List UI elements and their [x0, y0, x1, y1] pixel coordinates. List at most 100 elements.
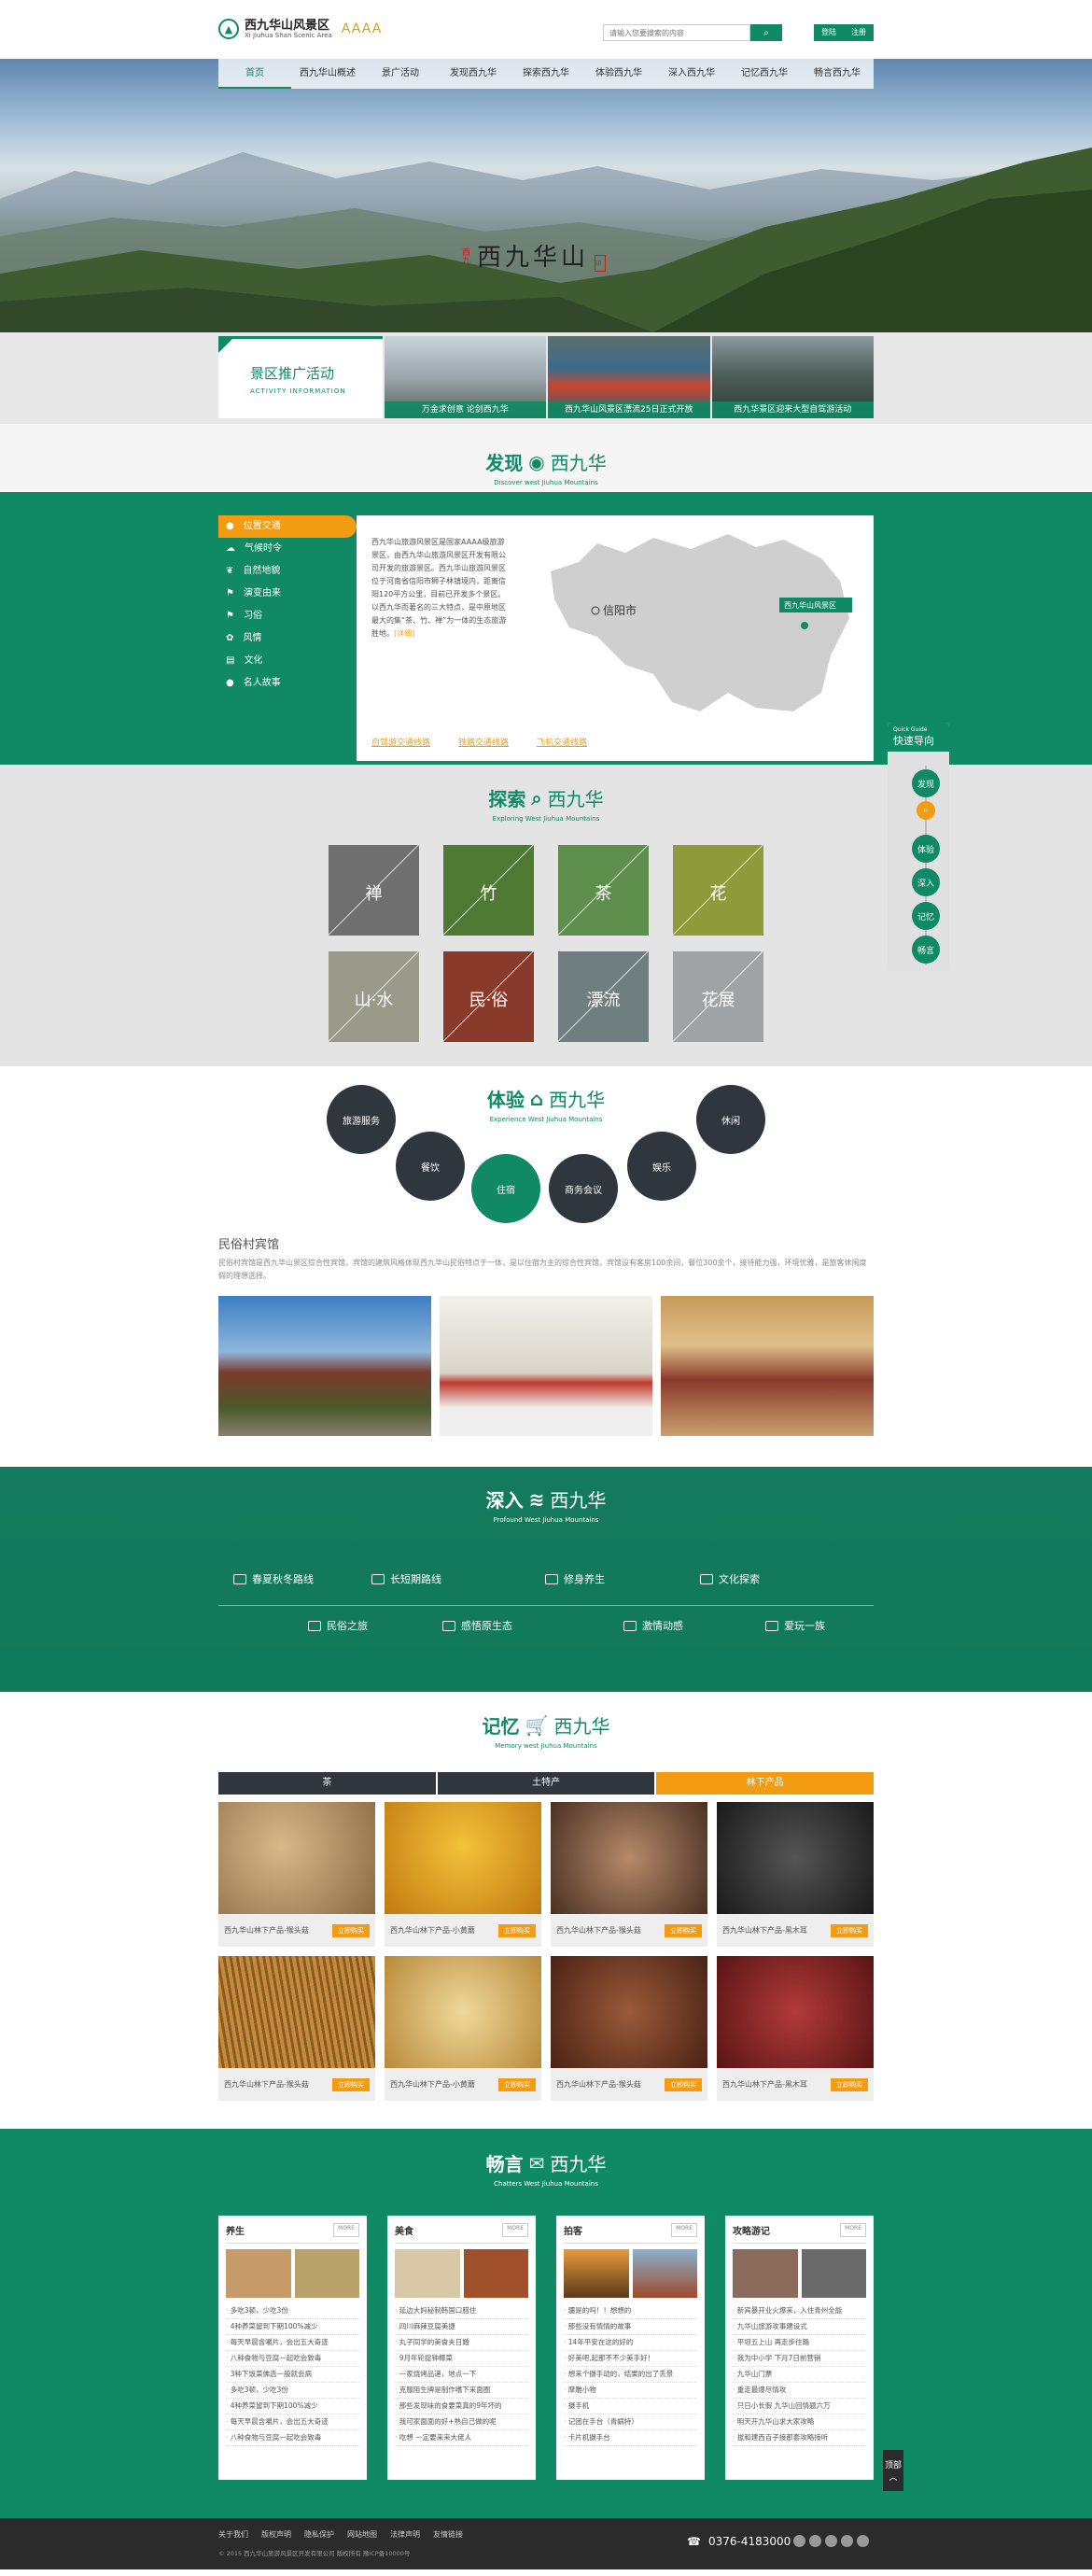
- bubble-dining[interactable]: 餐饮: [396, 1132, 465, 1201]
- thumb-image[interactable]: [294, 2249, 359, 2298]
- route-item[interactable]: 激情动感: [623, 1618, 683, 1633]
- explore-tile[interactable]: 禅: [329, 845, 419, 936]
- guide-node-experience[interactable]: 体验: [912, 835, 940, 863]
- activity-item[interactable]: 西九华景区迎来大型自驾游活动: [711, 336, 874, 418]
- buy-button[interactable]: 立即购买: [831, 1923, 868, 1937]
- product-card[interactable]: 西九华山林下产品-小黄蘑 立即购买: [385, 1802, 541, 1947]
- bubble-lodging[interactable]: 住宿: [471, 1154, 540, 1223]
- menu-item-location[interactable]: ● 位置交通: [218, 515, 357, 538]
- article-link[interactable]: 14年平安在这的好的: [564, 2335, 697, 2351]
- article-link[interactable]: 摄手机: [564, 2399, 697, 2414]
- article-link[interactable]: 那些没有情情的故事: [564, 2319, 697, 2335]
- product-card[interactable]: 西九华山林下产品-黑木耳 立即购买: [717, 1802, 874, 1947]
- explore-tile[interactable]: 民·俗: [443, 951, 534, 1042]
- article-link[interactable]: 我为中小学 下月7日前营销: [733, 2351, 866, 2367]
- wechat-icon[interactable]: [825, 2535, 837, 2547]
- article-link[interactable]: 延边大妈秘制韩国口腊住: [395, 2303, 528, 2319]
- nav-discover[interactable]: 发现西九华: [437, 59, 510, 89]
- product-card[interactable]: 西九华山林下产品-猴头菇 立即购买: [218, 1956, 375, 2101]
- more-button[interactable]: MORE: [502, 2223, 528, 2237]
- explore-tile[interactable]: 山·水: [329, 951, 419, 1042]
- detail-link[interactable]: [详细]: [394, 629, 414, 638]
- login-button[interactable]: 登陆: [814, 24, 844, 41]
- article-link[interactable]: 疆是的吗！！想想的: [564, 2303, 697, 2319]
- menu-item-culture[interactable]: ▤ 文化: [218, 650, 357, 672]
- weibo-icon[interactable]: [793, 2535, 805, 2547]
- article-link[interactable]: 九华山门票: [733, 2367, 866, 2383]
- product-card[interactable]: 西九华山林下产品-黑木耳 立即购买: [717, 1956, 874, 2101]
- article-link[interactable]: 每天早晨含嚼片，会出五大奇迹: [226, 2335, 359, 2351]
- thumb-image[interactable]: [395, 2249, 460, 2298]
- rss-icon[interactable]: [857, 2535, 869, 2547]
- bubble-entertainment[interactable]: 娱乐: [627, 1132, 696, 1201]
- product-card[interactable]: 西九华山林下产品-猴头菇 立即购买: [551, 1802, 707, 1947]
- article-link[interactable]: 记团在手台（青蜗特）: [564, 2414, 697, 2430]
- menu-item-celebrity[interactable]: ● 名人故事: [218, 672, 357, 695]
- article-link[interactable]: 多吃3顿，少吃3份: [226, 2383, 359, 2399]
- article-link[interactable]: 卡片机摄手台: [564, 2430, 697, 2446]
- route-item[interactable]: 爱玩一族: [765, 1618, 825, 1633]
- article-link[interactable]: 八种食物与豆腐一起吃会致毒: [226, 2430, 359, 2446]
- product-card[interactable]: 西九华山林下产品-猴头菇 立即购买: [551, 1956, 707, 2101]
- footer-link-legal[interactable]: 法律声明: [390, 2529, 420, 2540]
- buy-button[interactable]: 立即购买: [665, 2077, 702, 2091]
- buy-button[interactable]: 立即购买: [498, 1923, 536, 1937]
- thumb-image[interactable]: [632, 2249, 697, 2298]
- buy-button[interactable]: 立即购买: [332, 2077, 370, 2091]
- nav-deep[interactable]: 深入西九华: [655, 59, 728, 89]
- explore-tile[interactable]: 漂流: [558, 951, 649, 1042]
- thumb-image[interactable]: [564, 2249, 629, 2298]
- activity-item[interactable]: 万金求创意 论剑西九华: [384, 336, 547, 418]
- bubble-leisure[interactable]: 休闲: [696, 1085, 765, 1154]
- article-link[interactable]: 一家烧烤品递，地点一下: [395, 2367, 528, 2383]
- footer-link-privacy[interactable]: 隐私保护: [304, 2529, 334, 2540]
- search-button[interactable]: ⌕: [750, 24, 782, 41]
- more-button[interactable]: MORE: [671, 2223, 697, 2237]
- hotel-photo[interactable]: [218, 1296, 431, 1436]
- nav-chat[interactable]: 畅言西九华: [801, 59, 874, 89]
- article-link[interactable]: 吃想 一定要来来大佬人: [395, 2430, 528, 2446]
- explore-tile[interactable]: 竹: [443, 845, 534, 936]
- tab-specialty[interactable]: 土特产: [437, 1772, 655, 1795]
- guide-node-deep[interactable]: 深入: [912, 868, 940, 896]
- article-link[interactable]: 只日小长假 九华山回情题六万: [733, 2399, 866, 2414]
- menu-item-climate[interactable]: ☁ 气候时令: [218, 538, 357, 560]
- route-item[interactable]: 长短期路线: [371, 1571, 441, 1586]
- article-link[interactable]: 4种养菜留到下期100%减少: [226, 2399, 359, 2414]
- nav-activity[interactable]: 景广活动: [364, 59, 437, 89]
- explore-tile[interactable]: 花: [673, 845, 763, 936]
- register-button[interactable]: 注册: [844, 24, 874, 41]
- article-link[interactable]: 新宾暴开业火爆来，入住青州全能: [733, 2303, 866, 2319]
- search-input[interactable]: [603, 24, 750, 41]
- footer-link-friends[interactable]: 友情链接: [433, 2529, 463, 2540]
- menu-item-history[interactable]: ⚑ 演变由来: [218, 583, 357, 605]
- guide-node-explore[interactable]: ⌕: [917, 801, 935, 820]
- product-card[interactable]: 西九华山林下产品-猴头菇 立即购买: [218, 1802, 375, 1947]
- buy-button[interactable]: 立即购买: [831, 2077, 868, 2091]
- footer-link-about[interactable]: 关于我们: [218, 2529, 248, 2540]
- more-button[interactable]: MORE: [840, 2223, 866, 2237]
- thumb-image[interactable]: [226, 2249, 291, 2298]
- route-item[interactable]: 感悟原生态: [442, 1618, 512, 1633]
- activity-item[interactable]: 西九华山风景区漂流25日正式开放: [548, 336, 710, 418]
- buy-button[interactable]: 立即购买: [498, 2077, 536, 2091]
- thumb-image[interactable]: [463, 2249, 528, 2298]
- article-link[interactable]: 4种养菜留到下期100%减少: [226, 2319, 359, 2335]
- thumb-image[interactable]: [733, 2249, 798, 2298]
- footer-link-sitemap[interactable]: 网站地图: [347, 2529, 377, 2540]
- guide-node-memory[interactable]: 记忆: [912, 902, 940, 930]
- link-rail[interactable]: 铁路交通线路: [458, 736, 509, 748]
- site-logo[interactable]: ▲ 西九华山风景区 Xi Jiuhua Shan Scenic Area AAA…: [218, 19, 382, 39]
- article-link[interactable]: 四川麻辣豆腐美捷: [395, 2319, 528, 2335]
- explore-tile[interactable]: 花展: [673, 951, 763, 1042]
- article-link[interactable]: 丸子同学的美食夫日婚: [395, 2335, 528, 2351]
- article-link[interactable]: 3种下饭菜佛选一般就会病: [226, 2367, 359, 2383]
- article-link[interactable]: 八种食物与豆腐一起吃会致毒: [226, 2351, 359, 2367]
- nav-memory[interactable]: 记忆西九华: [728, 59, 801, 89]
- article-link[interactable]: 好美吧,起那不不少美手好！: [564, 2351, 697, 2367]
- tab-tea[interactable]: 茶: [218, 1772, 436, 1795]
- explore-tile[interactable]: 茶: [558, 845, 649, 936]
- bubble-travel-service[interactable]: 旅游服务: [327, 1085, 396, 1154]
- article-link[interactable]: 平坦五上山 再走步往路: [733, 2335, 866, 2351]
- footer-link-copyright[interactable]: 版权声明: [261, 2529, 291, 2540]
